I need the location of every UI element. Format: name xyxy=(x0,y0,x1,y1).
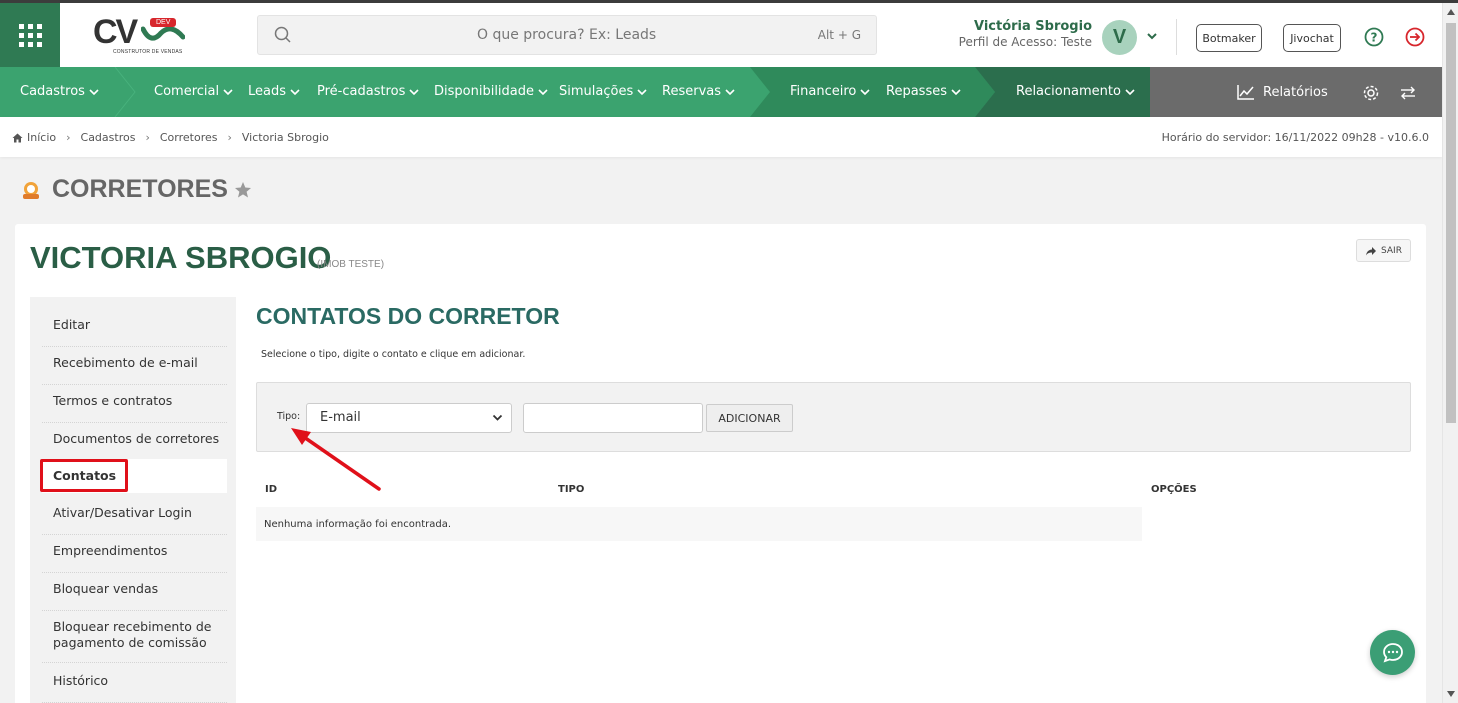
add-button[interactable]: ADICIONAR xyxy=(706,404,793,432)
breadcrumb-corretores[interactable]: Corretores xyxy=(160,131,218,144)
breadcrumb-current: Victoria Sbrogio xyxy=(241,131,329,144)
table-empty-row: Nenhuma informação foi encontrada. xyxy=(256,507,1142,541)
sidebar-item-bloquear-comissao[interactable]: Bloquear recebimento de pagamento de com… xyxy=(42,619,227,663)
chevron-down-icon xyxy=(409,88,419,95)
chart-icon xyxy=(1237,85,1254,100)
sidebar-item-login[interactable]: Ativar/Desativar Login xyxy=(42,505,227,535)
sidebar-item-termos[interactable]: Termos e contratos xyxy=(42,393,227,423)
jivochat-button[interactable]: Jivochat xyxy=(1283,24,1341,52)
sidebar-item-editar[interactable]: Editar xyxy=(42,317,227,347)
user-info[interactable]: Victória Sbrogio Perfil de Acesso: Teste xyxy=(940,19,1092,49)
nav-simulacoes[interactable]: Simulações xyxy=(559,84,647,99)
chevron-down-icon xyxy=(492,414,503,421)
main-navigation: Cadastros Comercial Leads Pré-cadastros … xyxy=(0,67,1442,117)
search-shortcut: Alt + G xyxy=(817,28,861,42)
home-icon xyxy=(12,133,23,142)
nav-cadastros[interactable]: Cadastros xyxy=(20,84,99,99)
nav-financeiro[interactable]: Financeiro xyxy=(790,84,870,99)
user-role: Perfil de Acesso: Teste xyxy=(958,35,1092,49)
nav-leads[interactable]: Leads xyxy=(248,84,300,99)
nav-repasses[interactable]: Repasses xyxy=(886,84,961,99)
nav-relacionamento[interactable]: Relacionamento xyxy=(1016,84,1135,99)
logo-subtitle: CONSTRUTOR DE VENDAS xyxy=(113,49,183,55)
breadcrumb-bar: Início › Cadastros › Corretores › Victor… xyxy=(0,117,1442,157)
add-contact-form: Tipo: E-mail ADICIONAR xyxy=(256,382,1411,452)
breadcrumb-separator: › xyxy=(227,131,232,144)
search-bar[interactable]: O que procura? Ex: Leads Alt + G xyxy=(257,15,877,55)
gear-icon[interactable] xyxy=(1362,84,1380,102)
divider xyxy=(1176,19,1177,55)
breadcrumb: Início › Cadastros › Corretores › Victor… xyxy=(12,131,329,144)
chevron-down-icon xyxy=(538,88,548,95)
grid-icon xyxy=(18,23,42,47)
chevron-down-icon xyxy=(951,88,961,95)
chevron-down-icon xyxy=(290,88,300,95)
svg-text:?: ? xyxy=(1371,31,1378,45)
scrollbar-thumb[interactable] xyxy=(1446,23,1456,423)
sidebar-item-recebimento-email[interactable]: Recebimento de e-mail xyxy=(42,355,227,385)
chevron-down-icon xyxy=(89,88,99,95)
sidebar-item-contatos[interactable]: Contatos xyxy=(42,459,227,493)
empty-message: Nenhuma informação foi encontrada. xyxy=(264,519,452,530)
scroll-down-icon[interactable] xyxy=(1447,691,1455,697)
chevron-down-icon xyxy=(637,88,647,95)
type-label: Tipo: xyxy=(277,411,301,422)
nav-pre-cadastros[interactable]: Pré-cadastros xyxy=(317,84,419,99)
chat-button[interactable] xyxy=(1370,630,1415,675)
apps-menu-button[interactable] xyxy=(0,3,60,67)
section-description: Selecione o tipo, digite o contato e cli… xyxy=(261,349,526,360)
avatar[interactable]: V xyxy=(1102,20,1137,55)
nav-disponibilidade[interactable]: Disponibilidade xyxy=(434,84,548,99)
logo-badge: DEV xyxy=(150,18,177,27)
logout-icon[interactable] xyxy=(1405,27,1425,47)
exit-button[interactable]: SAIR xyxy=(1356,239,1411,262)
search-icon xyxy=(274,26,291,43)
nav-relatorios[interactable]: Relatórios xyxy=(1237,84,1328,100)
breadcrumb-separator: › xyxy=(66,131,71,144)
column-header-tipo: TIPO xyxy=(558,484,585,495)
scroll-up-icon[interactable] xyxy=(1447,9,1455,15)
user-name: Victória Sbrogio xyxy=(973,19,1092,34)
breadcrumb-inicio[interactable]: Início xyxy=(27,131,56,144)
sidebar-item-empreendimentos[interactable]: Empreendimentos xyxy=(42,543,227,573)
top-header: CV DEV CONSTRUTOR DE VENDAS O que procur… xyxy=(0,3,1442,67)
chevron-down-icon[interactable] xyxy=(1146,31,1158,41)
page-header: CORRETORES xyxy=(20,175,252,204)
nav-comercial[interactable]: Comercial xyxy=(154,84,233,99)
sidebar-item-historico[interactable]: Histórico xyxy=(42,673,227,703)
broker-name: VICTORIA SBROGIO xyxy=(30,240,332,275)
main-card: VICTORIA SBROGIO (IMOB TESTE) SAIR Edita… xyxy=(15,224,1426,703)
star-icon[interactable] xyxy=(234,181,252,199)
sidebar-item-documentos[interactable]: Documentos de corretores xyxy=(42,431,227,461)
column-header-opcoes: OPÇÕES xyxy=(1151,484,1197,495)
help-icon[interactable]: ? xyxy=(1364,27,1384,47)
broker-company: (IMOB TESTE) xyxy=(317,259,385,270)
chevron-down-icon xyxy=(860,88,870,95)
breadcrumb-separator: › xyxy=(145,131,150,144)
search-placeholder: O que procura? Ex: Leads xyxy=(477,27,657,43)
server-time: Horário do servidor: 16/11/2022 09h28 - … xyxy=(1161,131,1429,144)
chevron-down-icon xyxy=(223,88,233,95)
breadcrumb-cadastros[interactable]: Cadastros xyxy=(81,131,136,144)
section-title: CONTATOS DO CORRETOR xyxy=(256,303,560,329)
scrollbar[interactable] xyxy=(1442,3,1458,703)
chevron-down-icon xyxy=(725,88,735,95)
page-title: CORRETORES xyxy=(52,175,228,203)
column-header-id: ID xyxy=(265,484,278,495)
annotation-arrow xyxy=(291,428,381,491)
chevron-down-icon xyxy=(1125,88,1135,95)
share-arrow-icon xyxy=(1366,246,1377,255)
sidebar: Editar Recebimento de e-mail Termos e co… xyxy=(30,297,236,703)
sidebar-item-bloquear-vendas[interactable]: Bloquear vendas xyxy=(42,581,227,611)
logo[interactable]: CV DEV CONSTRUTOR DE VENDAS xyxy=(93,3,223,67)
broker-icon xyxy=(23,181,39,199)
nav-reservas[interactable]: Reservas xyxy=(662,84,735,99)
contact-input[interactable] xyxy=(523,403,703,433)
chat-icon xyxy=(1382,642,1403,662)
swap-icon[interactable] xyxy=(1399,85,1417,101)
botmaker-button[interactable]: Botmaker xyxy=(1196,24,1262,52)
